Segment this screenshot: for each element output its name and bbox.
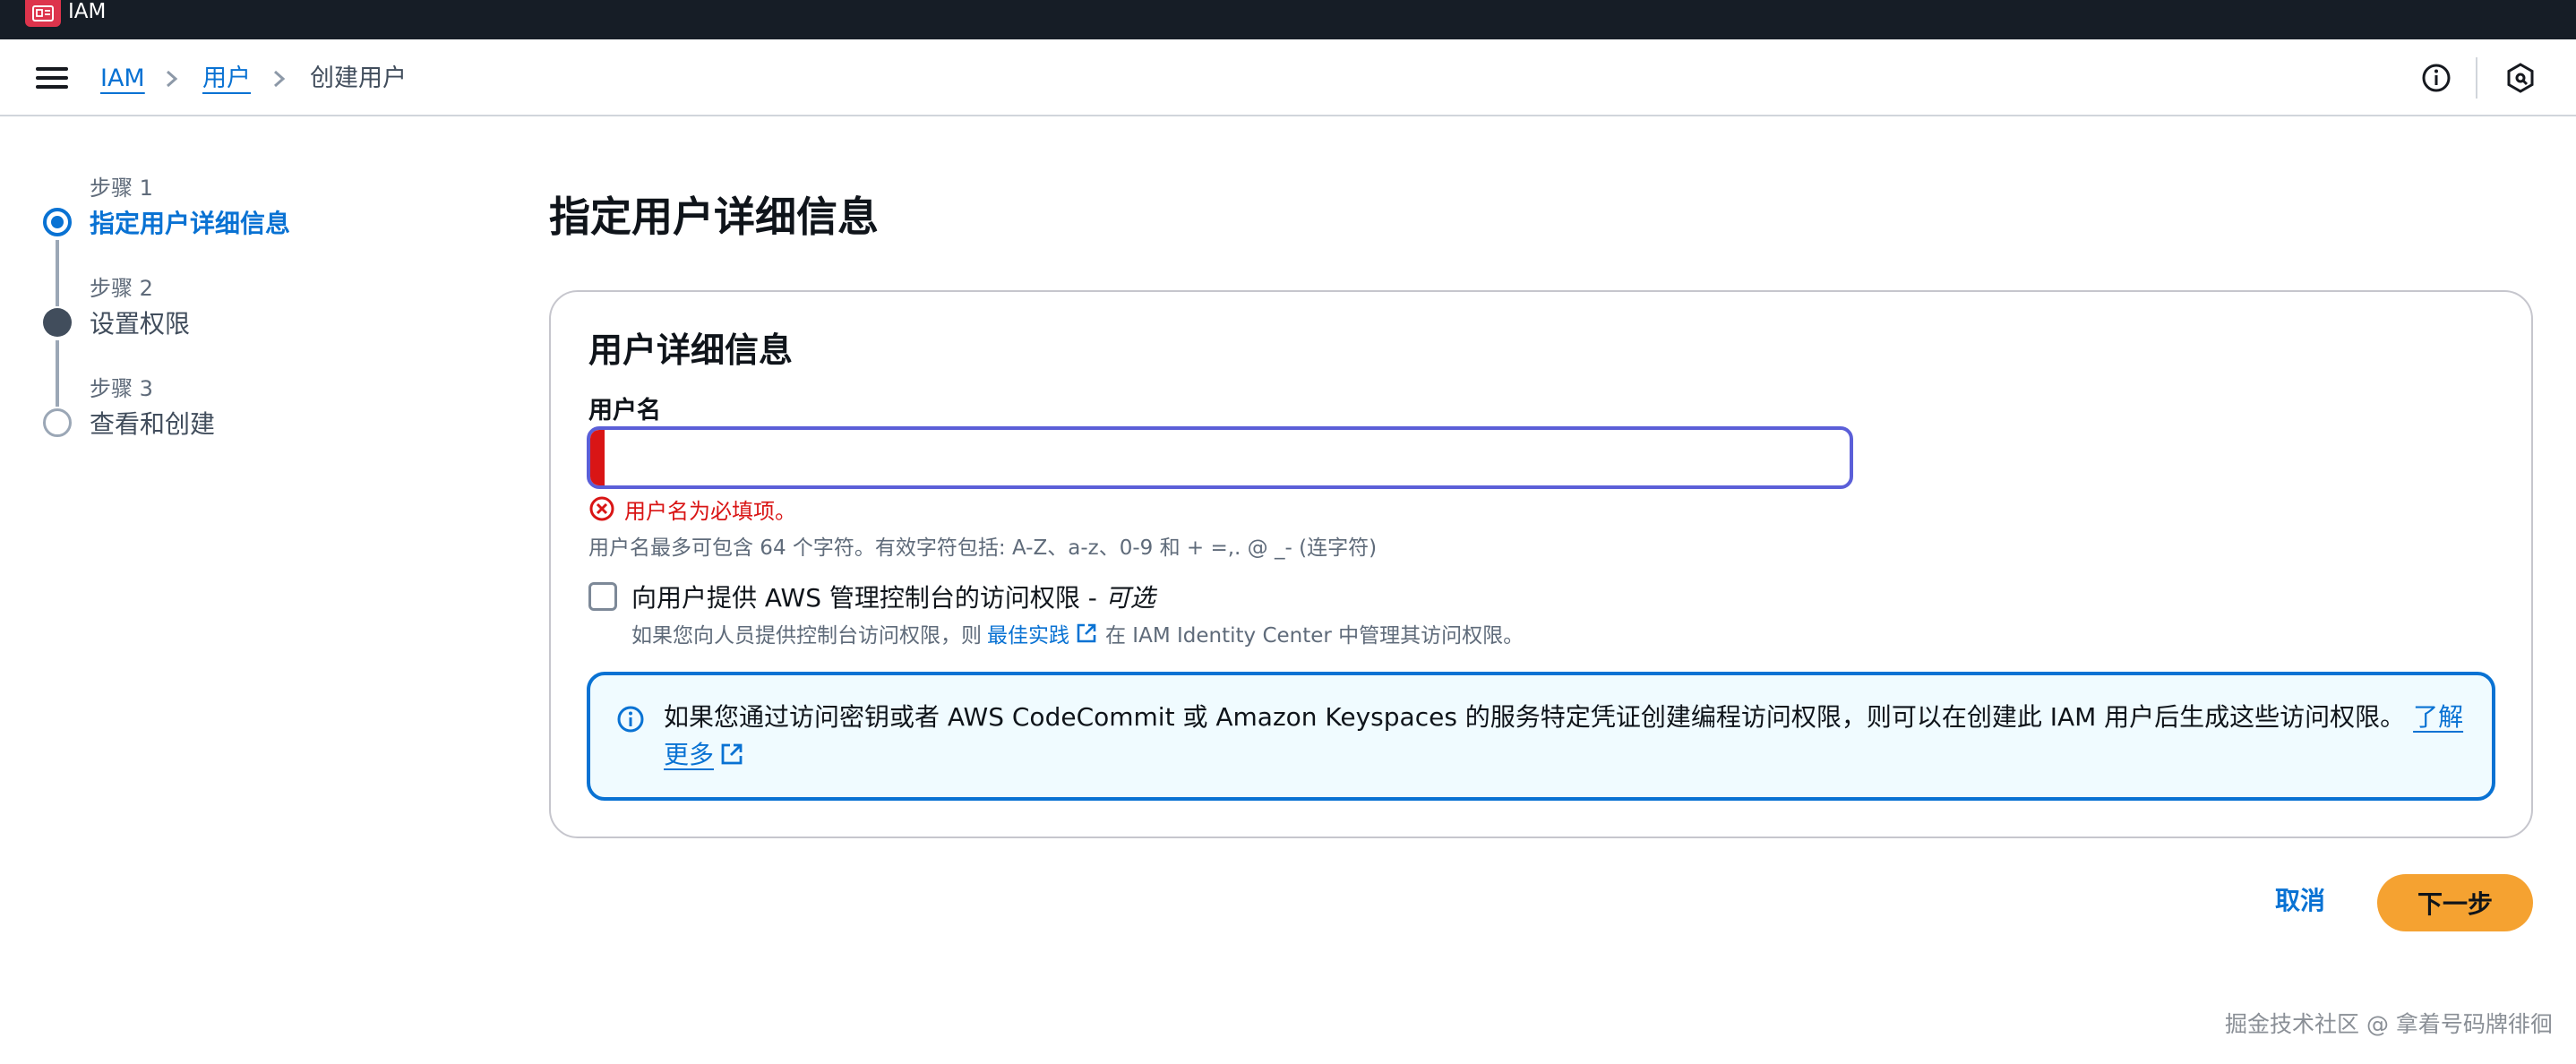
username-error: 用户名为必填项。: [588, 493, 796, 525]
menu-icon[interactable]: [36, 64, 68, 91]
info-alert: 如果您通过访问密钥或者 AWS CodeCommit 或 Amazon Keys…: [587, 672, 2495, 801]
console-access-description: 如果您向人员提供控制台访问权限，则 最佳实践 在 IAM Identity Ce…: [631, 618, 1524, 648]
error-icon: [589, 496, 614, 521]
username-constraint: 用户名最多可包含 64 个字符。有效字符包括: A-Z、a-z、0-9 和 + …: [588, 536, 1378, 560]
desc-before: 如果您向人员提供控制台访问权限，则: [631, 624, 982, 648]
console-access-label[interactable]: 向用户提供 AWS 管理控制台的访问权限 - 可选: [631, 579, 1155, 614]
username-input[interactable]: [587, 426, 1853, 489]
optional-tag: 可选: [1104, 583, 1155, 613]
desc-after: 在 IAM Identity Center 中管理其访问权限。: [1105, 624, 1524, 648]
external-link-icon[interactable]: [719, 742, 744, 767]
next-button[interactable]: 下一步: [2377, 874, 2533, 931]
user-details-container: 用户详细信息 用户名 用户名为必填项。 用户名最多可包含 64 个字符。有效字符…: [549, 290, 2533, 838]
alert-text: 如果您通过访问密钥或者 AWS CodeCommit 或 Amazon Keys…: [664, 699, 2464, 774]
username-label: 用户名: [588, 397, 661, 425]
step-1-number: 步骤 1: [90, 176, 153, 201]
nav-divider: [2476, 57, 2477, 99]
step-3-number: 步骤 3: [90, 376, 153, 401]
info-icon: [617, 706, 644, 733]
breadcrumb-users[interactable]: 用户: [202, 61, 251, 97]
cancel-button[interactable]: 取消: [2257, 874, 2343, 928]
top-bar: IAM: [0, 0, 2576, 39]
alert-message: 如果您通过访问密钥或者 AWS CodeCommit 或 Amazon Keys…: [664, 702, 2406, 732]
breadcrumb-iam[interactable]: IAM: [100, 61, 145, 97]
console-access-checkbox[interactable]: [588, 582, 617, 611]
chevron-right-icon: [270, 61, 288, 97]
app-name: IAM: [68, 0, 107, 23]
step-1-active-icon: [43, 208, 72, 236]
error-text: 用户名为必填项。: [624, 498, 796, 524]
page-title: 指定用户详细信息: [549, 193, 879, 241]
step-2-label[interactable]: 设置权限: [90, 305, 190, 340]
step-2-visited-icon: [43, 308, 72, 337]
breadcrumb-current: 创建用户: [310, 64, 407, 92]
security-shield-icon[interactable]: [2502, 59, 2539, 97]
input-error-indicator: [590, 430, 605, 485]
step-3-pending-icon: [43, 408, 72, 437]
container-title: 用户详细信息: [588, 330, 794, 370]
info-icon[interactable]: [2417, 59, 2455, 97]
navigation-bar: IAM 用户 创建用户: [0, 39, 2576, 116]
console-access-label-text: 向用户提供 AWS 管理控制台的访问权限 -: [631, 583, 1105, 613]
step-1-label[interactable]: 指定用户详细信息: [90, 204, 290, 240]
best-practices-link[interactable]: 最佳实践: [987, 618, 1069, 648]
step-connector: [56, 340, 59, 407]
chevron-right-icon: [163, 61, 181, 97]
step-connector: [56, 240, 59, 306]
external-link-icon[interactable]: [1075, 622, 1098, 645]
iam-logo-icon[interactable]: [25, 0, 61, 27]
step-2-number: 步骤 2: [90, 276, 153, 301]
step-3-label: 查看和创建: [90, 409, 216, 439]
watermark: 掘金技术社区 @ 拿着号码牌徘徊: [2225, 1011, 2553, 1037]
